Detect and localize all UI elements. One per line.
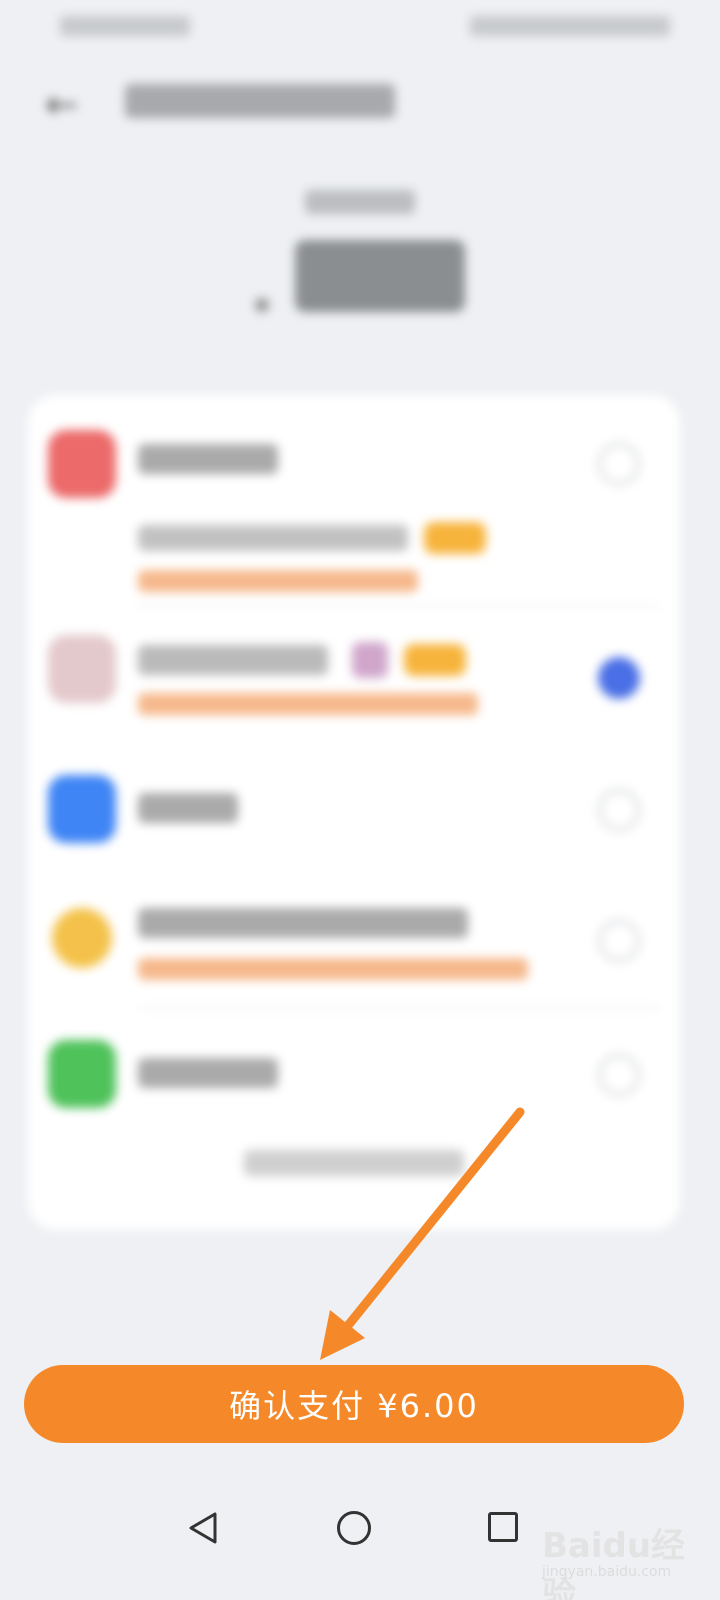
card-icon: [48, 635, 116, 703]
payment-method-4-name: [138, 908, 468, 946]
amount-label-blurred: [0, 190, 720, 220]
payment-method-4[interactable]: [48, 900, 660, 1010]
promo-tag: [404, 644, 467, 676]
payment-method-3-radio[interactable]: [598, 789, 640, 831]
divider: [138, 605, 660, 607]
alipay-icon: [48, 775, 116, 843]
divider: [138, 1007, 660, 1009]
back-arrow-icon[interactable]: ←: [45, 82, 105, 128]
payment-method-5[interactable]: [48, 1040, 660, 1120]
payment-method-3[interactable]: [48, 775, 660, 855]
promo-tag: [424, 522, 486, 554]
confirm-pay-button[interactable]: 确认支付 ¥6.00: [24, 1365, 684, 1443]
page-title-blurred: [125, 83, 395, 127]
payment-method-2-promo: [138, 693, 478, 721]
amount-blurred: [0, 240, 720, 312]
payment-method-1[interactable]: [48, 430, 660, 605]
baidu-jingyan-watermark: Baidu经验 jingyan.baidu.com: [542, 1492, 702, 1600]
payment-method-1-name: [138, 444, 278, 482]
wallet-icon: [48, 430, 116, 498]
payment-method-2-name: [138, 639, 467, 678]
payment-method-5-radio[interactable]: [598, 1054, 640, 1096]
nav-home-icon[interactable]: [337, 1511, 371, 1545]
watermark-brand: Baidu经验: [542, 1526, 686, 1600]
payment-method-4-promo: [138, 958, 528, 986]
payment-method-2-radio[interactable]: [598, 657, 640, 699]
nav-recent-icon[interactable]: [488, 1512, 518, 1542]
payment-method-5-name: [138, 1058, 278, 1096]
nav-back-icon[interactable]: [185, 1510, 221, 1546]
status-bar-right: [470, 16, 670, 36]
status-bar-left: [60, 16, 190, 36]
wechat-icon: [48, 1040, 116, 1108]
payment-method-4-radio[interactable]: [598, 920, 640, 962]
header: ←: [45, 80, 675, 130]
blurred-payment-content: ←: [0, 0, 720, 1330]
more-methods-link[interactable]: [28, 1150, 680, 1183]
payment-method-3-name: [138, 793, 238, 831]
payment-method-1-promo: [138, 570, 418, 598]
watermark-url: jingyan.baidu.com: [542, 1564, 672, 1580]
payment-method-2[interactable]: [48, 635, 660, 745]
payment-method-1-radio[interactable]: [598, 443, 640, 485]
coin-icon: [52, 908, 112, 968]
status-bar: [60, 12, 670, 40]
payment-method-1-desc: [138, 522, 486, 554]
payment-methods-card: [28, 395, 680, 1230]
